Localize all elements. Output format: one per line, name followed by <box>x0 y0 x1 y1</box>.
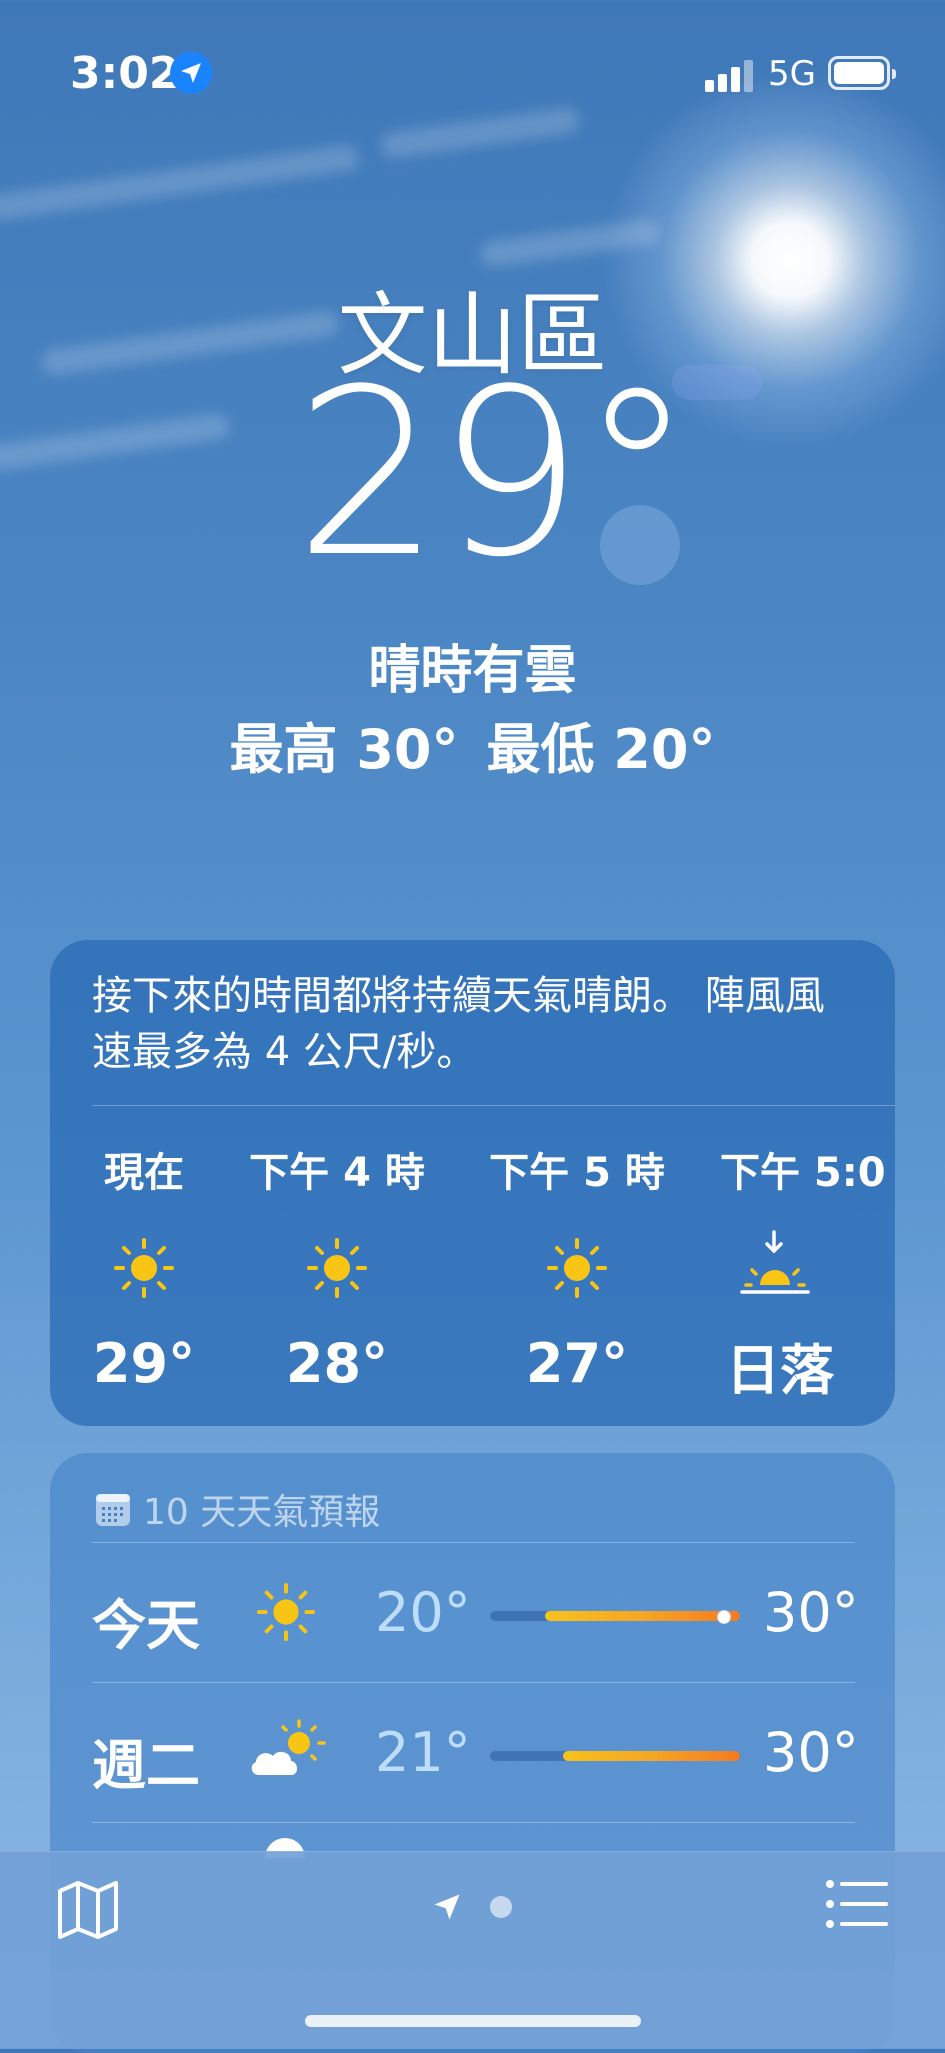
current-temperature-marker <box>716 1610 731 1624</box>
temperature-range-fill <box>562 1751 740 1761</box>
hour-temperature: 28° <box>285 1332 389 1395</box>
temperature-range-bar <box>490 1751 740 1761</box>
hourly-item: 下午 5:0 日落 <box>720 1140 895 1405</box>
home-indicator[interactable] <box>305 2015 641 2027</box>
high-temperature: 最高 30° <box>229 718 459 781</box>
cloud-streak <box>0 143 360 223</box>
location-arrow-icon[interactable] <box>432 1892 462 1926</box>
divider <box>92 1105 895 1106</box>
hour-temperature: 29° <box>92 1332 196 1395</box>
hour-label: 下午 4 時 <box>249 1150 425 1196</box>
hour-label: 下午 5 時 <box>489 1150 665 1196</box>
low-temperature: 最低 20° <box>486 718 716 781</box>
status-bar: 3:02 5G <box>0 0 945 140</box>
hourly-forecast-card[interactable]: 接下來的時間都將持續天氣晴朗。 陣風風速最多為 4 公尺/秒。 現在 29° 下… <box>50 940 895 1426</box>
forecast-header: 10 天天氣預報 <box>95 1483 380 1536</box>
current-condition: 晴時有雲 <box>368 641 577 701</box>
forecast-high: 30° <box>763 1721 859 1784</box>
forecast-row[interactable]: 週二 21° 30° <box>50 1683 895 1821</box>
location-arrow-icon <box>170 52 212 94</box>
sun-icon <box>545 1236 609 1300</box>
hourly-item: 下午 5 時 27° <box>477 1140 677 1395</box>
sunset-label: 日落 <box>726 1339 834 1402</box>
hourly-item: 現在 29° <box>50 1140 244 1395</box>
forecast-title: 10 天天氣預報 <box>143 1492 381 1533</box>
cellular-signal-icon <box>705 58 753 92</box>
divider <box>92 1822 855 1823</box>
map-icon[interactable] <box>56 1879 120 1945</box>
temperature-range-bar <box>490 1610 740 1624</box>
forecast-high: 30° <box>763 1581 859 1644</box>
calendar-icon <box>95 1493 131 1536</box>
status-time: 3:02 <box>70 48 180 99</box>
sun-icon <box>305 1236 369 1300</box>
sun-icon <box>255 1581 325 1651</box>
page-indicator-dot[interactable] <box>490 1896 512 1918</box>
current-temperature: 29° <box>294 341 695 608</box>
hour-temperature: 27° <box>525 1332 629 1395</box>
sun-icon <box>112 1236 176 1300</box>
list-icon[interactable] <box>826 1880 888 1932</box>
forecast-low: 21° <box>375 1721 471 1784</box>
hour-label: 下午 5:0 <box>720 1150 886 1196</box>
battery-icon <box>828 56 896 90</box>
sunset-icon <box>738 1228 814 1300</box>
forecast-low: 20° <box>375 1581 471 1644</box>
temperature-range-fill <box>545 1611 740 1621</box>
forecast-row[interactable]: 今天 20° 30° <box>50 1543 895 1681</box>
forecast-day: 週二 <box>92 1734 200 1797</box>
weather-summary: 接下來的時間都將持續天氣晴朗。 陣風風速最多為 4 公尺/秒。 <box>92 973 825 1075</box>
network-type: 5G <box>768 54 816 94</box>
forecast-day: 今天 <box>92 1594 200 1657</box>
hour-label: 現在 <box>104 1150 184 1196</box>
high-low: 最高 30° 最低 20° <box>0 705 945 784</box>
hourly-item: 下午 4 時 28° <box>237 1140 437 1395</box>
partly-cloudy-icon <box>247 1717 326 1787</box>
